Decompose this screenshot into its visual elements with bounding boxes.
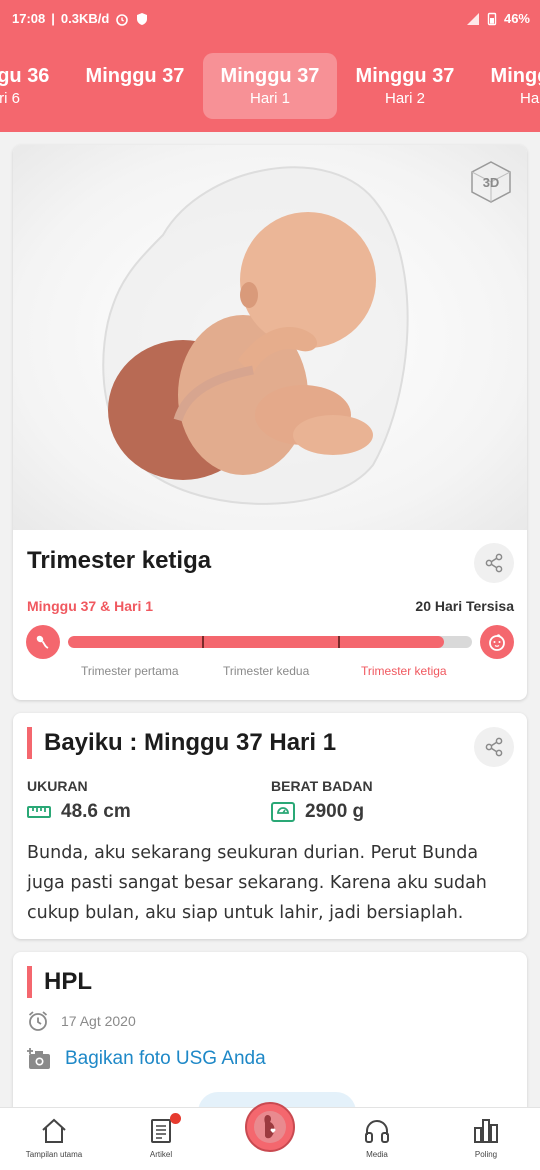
scale-icon	[271, 802, 295, 822]
ruler-icon	[27, 806, 51, 818]
week-selector: Minggu 36 Hari 6 Minggu 37 Minggu 37 Har…	[0, 53, 540, 119]
bottom-navigation: Tampilan utama Artikel Media Poling	[0, 1102, 540, 1170]
share-icon	[485, 553, 503, 573]
fetus-card: 3D Trimester ketiga Minggu 37 & Hari 1 2…	[13, 145, 527, 700]
sperm-icon	[26, 625, 60, 659]
week-tab[interactable]: Minggu 36 Hari 6	[0, 53, 67, 119]
nav-media[interactable]: Media	[337, 1116, 417, 1159]
share-icon	[485, 737, 503, 757]
nav-home[interactable]: Tampilan utama	[14, 1116, 94, 1159]
3d-view-icon[interactable]: 3D	[468, 159, 514, 205]
battery-level: 46%	[503, 11, 530, 26]
baby-face-icon	[480, 625, 514, 659]
week-tab-selected[interactable]: Minggu 37 Hari 1	[203, 53, 337, 119]
size-value-row: 48.6 cm	[27, 801, 131, 823]
svg-text:3D: 3D	[483, 175, 500, 190]
days-remaining: 20 Hari Tersisa	[415, 598, 514, 614]
trimester-title: Trimester ketiga	[27, 547, 212, 574]
size-label: UKURAN	[27, 778, 88, 794]
week-tab[interactable]: Minggu 37 Hari 3	[473, 53, 540, 119]
size-value: 48.6 cm	[61, 801, 131, 822]
week-tab[interactable]: Minggu 37 Hari 2	[338, 53, 472, 119]
share-button[interactable]	[474, 543, 514, 583]
baby-section-title: Bayiku : Minggu 37 Hari 1	[27, 727, 336, 759]
home-icon	[42, 1118, 66, 1143]
add-photo-icon	[27, 1048, 50, 1069]
alarm-icon	[116, 13, 129, 26]
share-usg-link[interactable]: Bagikan foto USG Anda	[27, 1047, 266, 1071]
baby-info-card: Bayiku : Minggu 37 Hari 1 UKURAN BERAT B…	[13, 713, 527, 939]
nav-poll[interactable]: Poling	[446, 1116, 526, 1159]
network-speed: 0.3KB/d	[60, 11, 110, 26]
baby-description: Bunda, aku sekarang seukuran durian. Per…	[27, 843, 487, 923]
weight-label: BERAT BADAN	[271, 778, 373, 794]
trimester-divider	[338, 636, 340, 648]
notification-dot	[170, 1113, 181, 1124]
status-bar: 17:08 | 0.3KB/d 46%	[12, 11, 530, 26]
fetus-illustration[interactable]: 3D	[13, 145, 527, 530]
current-week-day: Minggu 37 & Hari 1	[27, 598, 154, 614]
trimester-label: Trimester kedua	[223, 664, 310, 678]
trimester-label-current: Trimester ketiga	[361, 664, 447, 678]
trimester-label: Trimester pertama	[81, 664, 179, 678]
shield-icon	[137, 12, 148, 25]
status-time: 17:08	[12, 11, 46, 26]
poll-icon	[474, 1119, 498, 1143]
weight-value-row: 2900 g	[271, 801, 364, 823]
progress-fill	[68, 636, 444, 648]
nav-pregnancy[interactable]	[245, 1102, 295, 1152]
fetus-image	[102, 166, 409, 505]
week-tab[interactable]: Minggu 37	[68, 53, 202, 119]
signal-icon	[466, 12, 479, 25]
headphones-icon	[365, 1120, 389, 1143]
nav-article[interactable]: Artikel	[121, 1116, 201, 1159]
due-date: 17 Agt 2020	[61, 1013, 136, 1029]
alarm-clock-icon	[28, 1011, 48, 1031]
share-usg-text: Bagikan foto USG Anda	[65, 1048, 266, 1069]
share-button[interactable]	[474, 727, 514, 767]
pregnancy-progress-bar	[68, 636, 472, 648]
hpl-title: HPL	[27, 966, 92, 998]
battery-icon	[487, 12, 497, 25]
app-header: 17:08 | 0.3KB/d 46% Minggu 36 Hari 6 Min…	[0, 0, 540, 132]
pregnancy-icon	[254, 1111, 286, 1143]
weight-value: 2900 g	[305, 801, 365, 822]
trimester-divider	[202, 636, 204, 648]
due-date-row: 17 Agt 2020	[27, 1010, 136, 1032]
